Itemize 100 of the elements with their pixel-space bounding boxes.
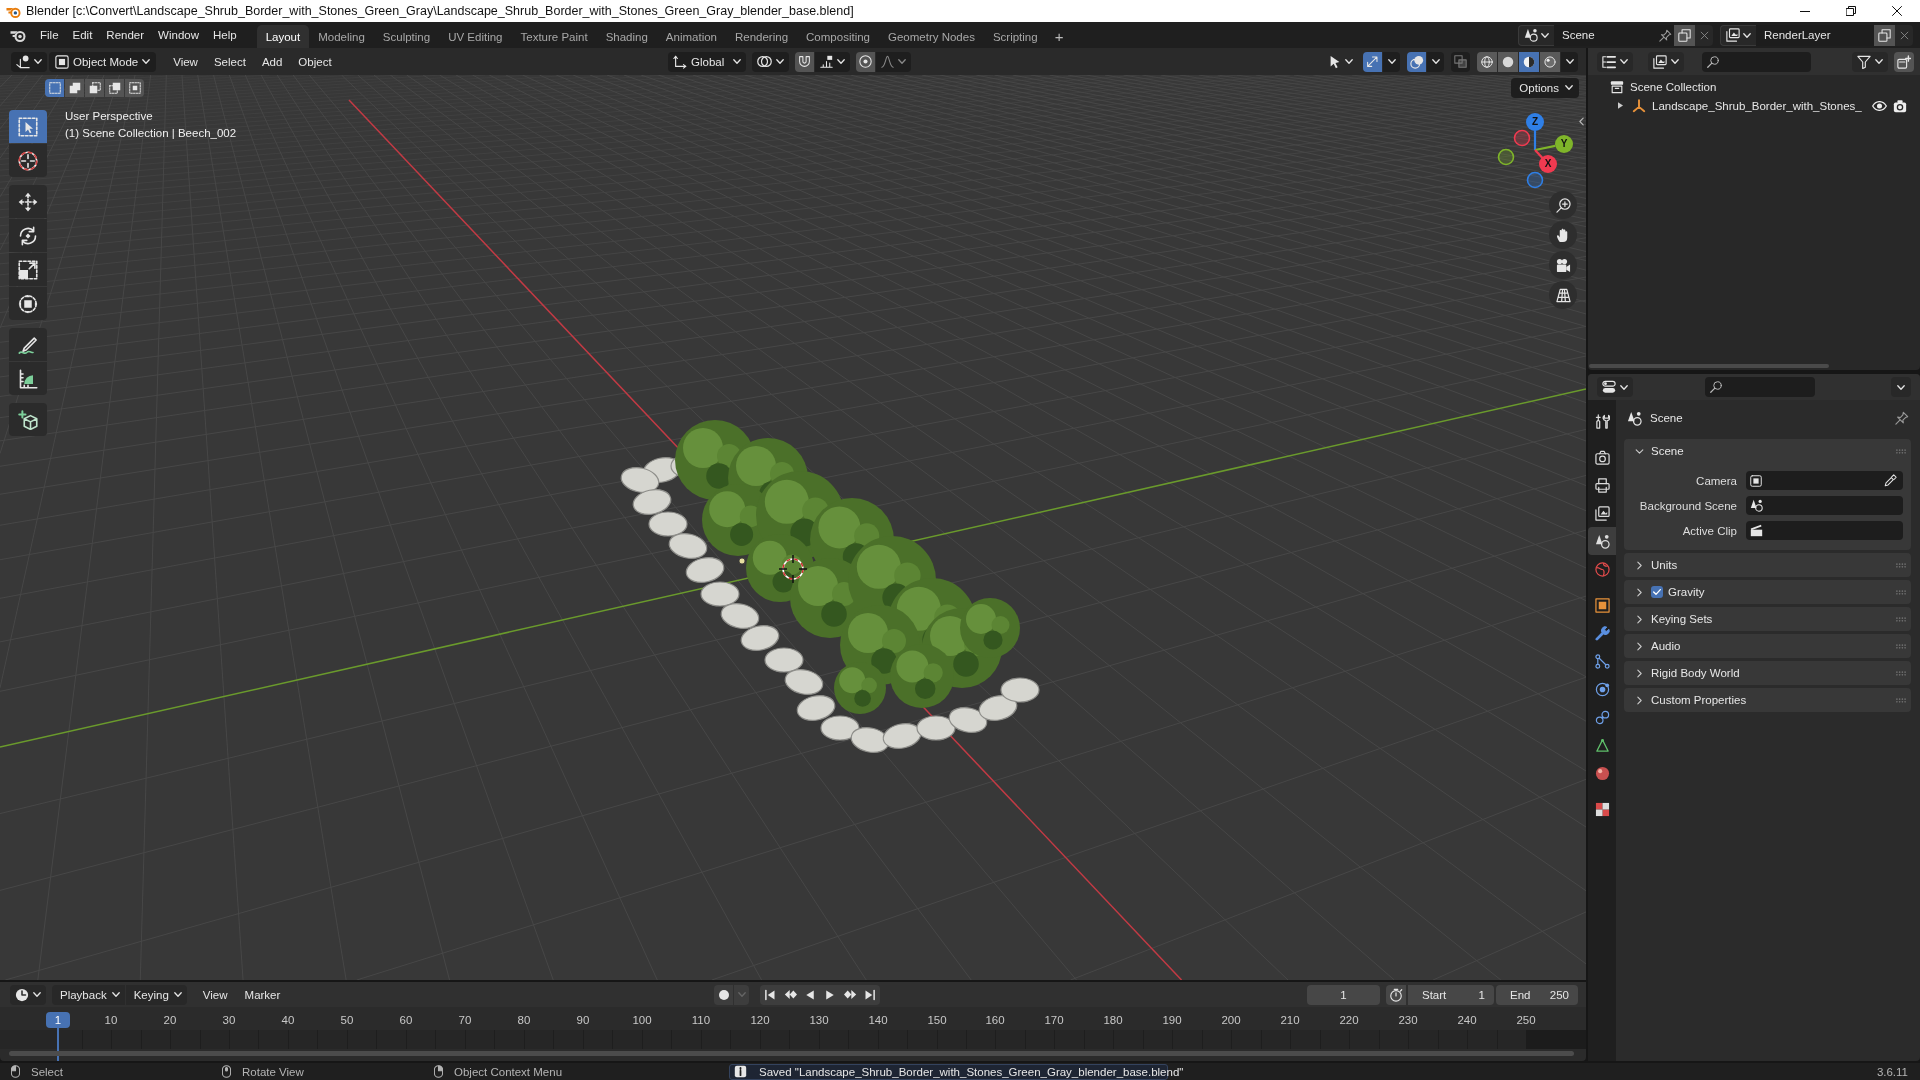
chevron-right-icon[interactable] bbox=[1637, 641, 1642, 651]
tool-button[interactable] bbox=[9, 144, 47, 177]
options-dropdown[interactable] bbox=[1891, 377, 1911, 397]
search-field[interactable] bbox=[1702, 51, 1811, 72]
menu-item[interactable]: Render bbox=[99, 24, 152, 46]
data-picker-field[interactable] bbox=[1746, 471, 1903, 490]
shading-mode-button[interactable] bbox=[1519, 51, 1539, 72]
workspace-tab[interactable]: UV Editing bbox=[439, 25, 512, 48]
snap-toggle[interactable] bbox=[795, 51, 814, 72]
editor-type-button[interactable] bbox=[1597, 377, 1633, 397]
view-layer-browse-button[interactable] bbox=[1720, 24, 1756, 46]
editor-type-button[interactable] bbox=[1597, 51, 1633, 72]
chevron-down-icon[interactable] bbox=[1635, 448, 1644, 454]
workspace-tab[interactable]: Texture Paint bbox=[511, 25, 597, 48]
shading-dropdown[interactable] bbox=[1561, 51, 1578, 72]
gizmo-toggle[interactable] bbox=[1363, 51, 1382, 72]
menu-item[interactable]: File bbox=[33, 24, 66, 46]
tool-button[interactable] bbox=[9, 403, 47, 436]
drag-handle-icon[interactable] bbox=[1896, 589, 1906, 595]
workspace-tab[interactable]: Rendering bbox=[726, 25, 798, 48]
tool-button[interactable] bbox=[9, 253, 47, 286]
editor-type-button[interactable] bbox=[10, 984, 46, 1005]
expand-arrow-icon[interactable] bbox=[1618, 102, 1623, 109]
chevron-right-icon[interactable] bbox=[1637, 587, 1642, 597]
menu-item[interactable]: Add bbox=[254, 51, 290, 72]
workspace-tab[interactable]: Animation bbox=[656, 25, 726, 48]
shading-mode-button[interactable] bbox=[1477, 51, 1497, 72]
chevron-right-icon[interactable] bbox=[1637, 560, 1642, 570]
snap-target-dropdown[interactable] bbox=[815, 51, 850, 72]
shrub-border-drawing[interactable] bbox=[620, 420, 1040, 753]
auto-keying-toggle[interactable] bbox=[714, 984, 734, 1005]
drag-handle-icon[interactable] bbox=[1896, 670, 1906, 676]
menu-dropdown[interactable]: Keying bbox=[125, 984, 187, 1005]
panel-title[interactable]: Rigid Body World bbox=[1651, 667, 1740, 679]
panel-title[interactable]: Gravity bbox=[1668, 586, 1705, 598]
camera-icon[interactable] bbox=[1893, 98, 1907, 113]
workspace-tab[interactable]: Sculpting bbox=[373, 25, 440, 48]
menu-item[interactable]: Object bbox=[291, 51, 339, 72]
panel-title[interactable]: Audio bbox=[1651, 640, 1681, 652]
outliner-item[interactable]: Landscape_Shrub_Border_with_Stones_ bbox=[1652, 99, 1862, 112]
tool-button[interactable] bbox=[9, 328, 47, 361]
workspace-tab[interactable]: Modeling bbox=[309, 25, 374, 48]
overlays-dropdown[interactable] bbox=[1427, 51, 1444, 72]
drag-handle-icon[interactable] bbox=[1896, 562, 1906, 568]
drag-handle-icon[interactable] bbox=[1896, 448, 1906, 454]
drag-handle-icon[interactable] bbox=[1896, 643, 1906, 649]
scene-browse-button[interactable] bbox=[1518, 24, 1554, 46]
menu-item[interactable]: Help bbox=[206, 24, 244, 46]
new-collection-button[interactable] bbox=[1894, 51, 1914, 72]
pivot-dropdown[interactable] bbox=[752, 51, 789, 72]
menu-item[interactable]: Marker bbox=[237, 984, 288, 1005]
menu-item[interactable]: Select bbox=[206, 51, 253, 72]
workspace-tab[interactable]: Shading bbox=[596, 25, 657, 48]
new-scene-button[interactable] bbox=[1674, 24, 1695, 46]
delete-view-layer-button[interactable] bbox=[1895, 24, 1913, 46]
menu-item[interactable]: Edit bbox=[65, 24, 100, 46]
shading-mode-button[interactable] bbox=[1540, 51, 1560, 72]
data-picker-field[interactable] bbox=[1746, 521, 1903, 540]
navigation-gizmo[interactable] bbox=[1497, 129, 1556, 189]
workspace-tab[interactable]: Geometry Nodes bbox=[879, 25, 984, 48]
add-workspace-button[interactable]: + bbox=[1046, 25, 1072, 48]
gizmo-dropdown[interactable] bbox=[1383, 51, 1400, 72]
workspace-tab[interactable]: Compositing bbox=[797, 25, 879, 48]
editor-type-button[interactable] bbox=[11, 51, 47, 72]
drag-handle-icon[interactable] bbox=[1896, 616, 1906, 622]
panel-title[interactable]: Keying Sets bbox=[1651, 613, 1713, 625]
xray-toggle[interactable] bbox=[1451, 51, 1470, 72]
shading-mode-button[interactable] bbox=[1498, 51, 1518, 72]
falloff-dropdown[interactable] bbox=[876, 51, 911, 72]
end-frame-field[interactable]: End 250 bbox=[1496, 984, 1578, 1005]
chevron-right-icon[interactable] bbox=[1637, 668, 1642, 678]
scrollbar[interactable] bbox=[1589, 364, 1829, 368]
start-frame-field[interactable]: Start 1 bbox=[1408, 984, 1494, 1005]
menu-item[interactable]: View bbox=[166, 51, 205, 72]
properties-tab[interactable] bbox=[1588, 527, 1616, 555]
eye-icon[interactable] bbox=[1872, 100, 1887, 111]
scrollbar[interactable] bbox=[9, 1051, 1574, 1056]
tool-button[interactable] bbox=[9, 219, 47, 252]
current-frame-field[interactable]: 1 bbox=[1307, 984, 1380, 1005]
mode-dropdown[interactable]: Object Mode bbox=[49, 51, 157, 72]
pin-icon[interactable] bbox=[1895, 411, 1909, 425]
chevron-right-icon[interactable] bbox=[1637, 614, 1642, 624]
orientation-dropdown[interactable]: Global bbox=[668, 51, 746, 72]
menu-item[interactable]: View bbox=[195, 984, 235, 1005]
overlays-toggle[interactable] bbox=[1407, 51, 1426, 72]
tool-button[interactable] bbox=[9, 287, 47, 320]
workspace-tab[interactable]: Scripting bbox=[983, 25, 1047, 48]
panel-title[interactable]: Units bbox=[1651, 559, 1678, 571]
filter-dropdown[interactable] bbox=[1852, 51, 1888, 72]
tool-button[interactable] bbox=[9, 362, 47, 395]
panel-title[interactable]: Custom Properties bbox=[1651, 694, 1747, 706]
checkbox[interactable] bbox=[1651, 586, 1663, 598]
drag-handle-icon[interactable] bbox=[1896, 697, 1906, 703]
new-view-layer-button[interactable] bbox=[1874, 24, 1895, 46]
chevron-right-icon[interactable] bbox=[1637, 695, 1642, 705]
outliner-item[interactable]: Scene Collection bbox=[1630, 80, 1717, 93]
preview-range-toggle[interactable] bbox=[1386, 984, 1406, 1005]
menu-item[interactable]: Window bbox=[151, 24, 206, 46]
search-field[interactable] bbox=[1705, 377, 1815, 397]
display-mode-dropdown[interactable] bbox=[1648, 51, 1684, 72]
